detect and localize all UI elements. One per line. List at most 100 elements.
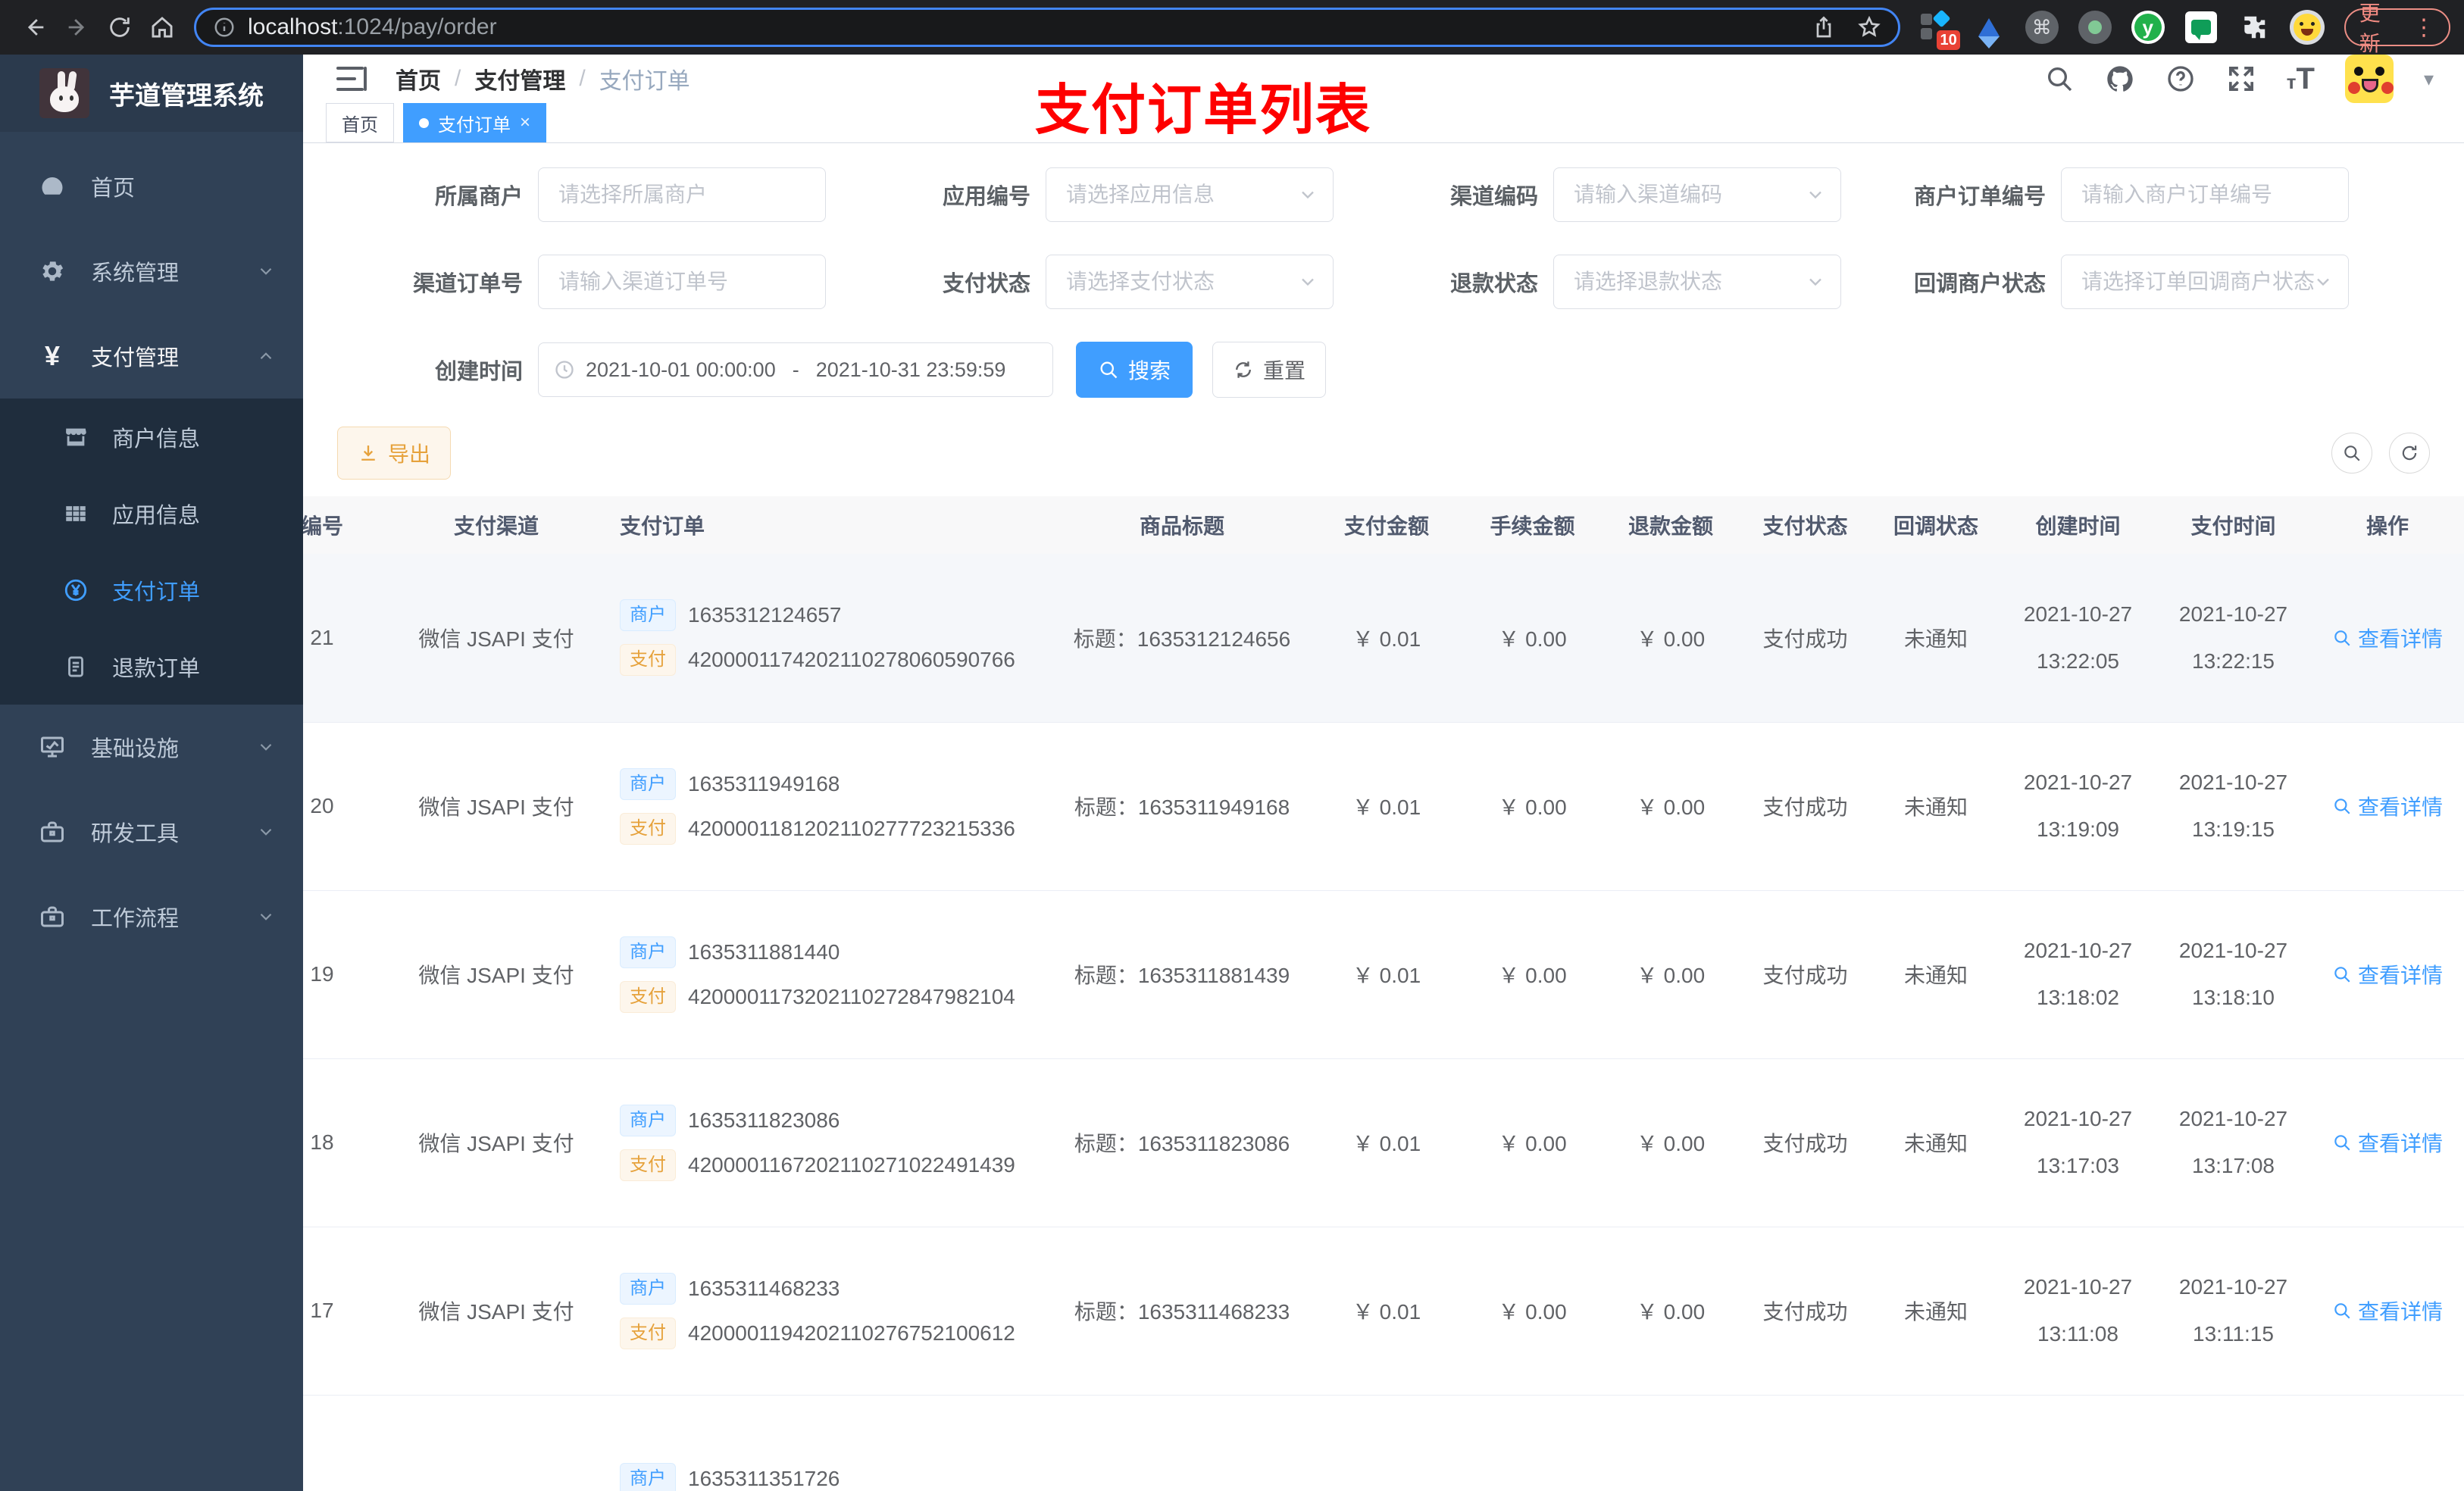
sidebar-item-pay-order[interactable]: 支付订单 — [0, 552, 303, 628]
extensions-row: 10 ⌘ y — [1918, 9, 2325, 52]
cell-actions: 查看详情 — [2311, 722, 2464, 891]
view-detail-link[interactable]: 查看详情 — [2332, 1296, 2443, 1326]
breadcrumb-pay[interactable]: 支付管理 — [474, 62, 565, 95]
sidebar-item-workflow[interactable]: 工作流程 — [0, 874, 303, 959]
merchant-select[interactable] — [538, 167, 826, 222]
view-detail-link[interactable]: 查看详情 — [2332, 1127, 2443, 1158]
search-icon — [2334, 799, 2350, 814]
tab-close-icon[interactable]: × — [520, 112, 530, 133]
bookmark-star-icon[interactable] — [1857, 15, 1881, 39]
cell-pay-time-clock: 13:19:15 — [2192, 817, 2275, 841]
tab-pay-order[interactable]: 支付订单 × — [403, 103, 547, 142]
app-select[interactable] — [1046, 167, 1334, 222]
col-header-5: 手续金额 — [1462, 496, 1603, 554]
refund-status-select[interactable] — [1553, 255, 1841, 309]
reset-button[interactable]: 重置 — [1212, 342, 1327, 398]
create-time-range-picker[interactable]: 2021-10-01 00:00:00 - 2021-10-31 23:59:5… — [538, 342, 1053, 397]
sidebar-logo[interactable]: 芋道管理系统 — [0, 55, 303, 132]
cell-order-no: 商户 1635312124657 支付 42000011742021102780605… — [606, 554, 1053, 723]
browser-reload-button[interactable] — [98, 6, 141, 48]
extension-y-icon[interactable]: y — [2131, 10, 2165, 45]
navbar-actions: тT ▾ — [2044, 55, 2434, 103]
cell-channel: 微信 JSAPI 支付 — [386, 1227, 606, 1396]
cell-create-time: 2021-10-27 13:18:02 — [2000, 890, 2156, 1059]
sidebar-item-app-info[interactable]: 应用信息 — [0, 475, 303, 552]
cell-order-no: 商户 1635311468233 支付 42000011942021102767521… — [606, 1227, 1053, 1396]
font-size-icon[interactable]: тT — [2287, 62, 2315, 96]
refresh-table-button[interactable] — [2389, 433, 2430, 474]
cell-refund: ￥ 0.00 — [1603, 554, 1739, 723]
cell-pay-time: 2021-10-27 13:18:10 — [2156, 890, 2311, 1059]
table-row: 20 微信 JSAPI 支付 商户 1635311949168 支付 4200001181… — [303, 722, 2464, 891]
toggle-search-button[interactable] — [2331, 433, 2372, 474]
col-header-7: 支付状态 — [1739, 496, 1871, 554]
merchant-no: 1635311351726 — [688, 1467, 840, 1490]
export-button[interactable]: 导出 — [337, 427, 452, 480]
sidebar-item-infra[interactable]: 基础设施 — [0, 705, 303, 789]
filter-label-channel-code: 渠道编码 — [1449, 185, 1538, 209]
extension-kite-icon[interactable] — [1972, 10, 2006, 48]
channel-code-select[interactable] — [1553, 167, 1841, 222]
help-icon[interactable] — [2165, 64, 2196, 94]
extension-badge: 10 — [1934, 28, 1962, 52]
user-avatar[interactable] — [2344, 55, 2394, 103]
sidebar-toggle-icon[interactable] — [336, 66, 367, 92]
callback-status-select[interactable] — [2061, 255, 2349, 309]
date-end: 2021-10-31 23:59:59 — [815, 358, 1006, 381]
github-icon[interactable] — [2105, 64, 2135, 94]
fullscreen-icon[interactable] — [2226, 64, 2256, 94]
merchant-order-no-input[interactable] — [2061, 167, 2349, 222]
cell-actions: 查看详情 — [2311, 1058, 2464, 1227]
sidebar-item-refund-order[interactable]: 退款订单 — [0, 628, 303, 705]
site-info-icon[interactable] — [213, 16, 236, 39]
view-detail-label: 查看详情 — [2357, 964, 2443, 987]
table-row: 21 微信 JSAPI 支付 商户 1635312124657 支付 4200001174… — [303, 554, 2464, 723]
channel-order-no-input[interactable] — [538, 255, 826, 309]
sidebar-item-home[interactable]: 首页 — [0, 144, 303, 229]
table-row: 17 微信 JSAPI 支付 商户 1635311468233 支付 4200001194… — [303, 1227, 2464, 1396]
extension-command-icon[interactable]: ⌘ — [2025, 10, 2059, 45]
extension-workona-icon[interactable]: 10 — [1918, 9, 1962, 52]
extension-chat-icon[interactable] — [2184, 10, 2219, 45]
avatar-caret-icon[interactable]: ▾ — [2424, 67, 2434, 91]
cell-order-no: 商户 1635311949168 支付 42000011812021102777232… — [606, 722, 1053, 891]
view-detail-link[interactable]: 查看详情 — [2332, 959, 2443, 989]
view-detail-link[interactable]: 查看详情 — [2332, 623, 2443, 653]
cell-channel: 微信 JSAPI 支付 — [386, 554, 606, 723]
share-icon[interactable] — [1812, 15, 1836, 39]
cell-actions: 查看详情 — [2311, 554, 2464, 723]
sidebar-item-merchant-info[interactable]: 商户信息 — [0, 399, 303, 475]
sidebar-item-pay[interactable]: ¥ 支付管理 — [0, 314, 303, 399]
breadcrumb-home[interactable]: 首页 — [396, 62, 441, 95]
search-button[interactable]: 搜索 — [1076, 342, 1193, 398]
address-bar[interactable]: localhost:1024/pay/order — [194, 8, 1900, 47]
sidebar-item-devtools[interactable]: 研发工具 — [0, 789, 303, 874]
table-header-row: 编号 支付渠道 支付订单 商品标题 支付金额 手续金额 退款金额 支付状态 回调状态 创建时间 支付… — [303, 496, 2464, 554]
merchant-tag: 商户 — [620, 1104, 676, 1136]
cell-title: 标题：1635311823086 — [1053, 1058, 1311, 1227]
col-header-3: 商品标题 — [1053, 496, 1311, 554]
browser-back-button[interactable] — [14, 6, 56, 48]
cell-pay-time-clock: 13:17:08 — [2192, 1154, 2275, 1177]
profile-emoji-icon[interactable] — [2289, 10, 2325, 45]
cell-refund: ￥ 0.00 — [1603, 890, 1739, 1059]
merchant-no-line: 商户 1635311351726 — [620, 1463, 1049, 1491]
browser-home-button[interactable] — [141, 6, 183, 48]
cell-order-no: 商户 1635311351726 — [606, 1395, 1053, 1491]
cell-create-time: 2021-10-27 13:17:03 — [2000, 1058, 2156, 1227]
browser-menu-dots-icon[interactable]: ⋮ — [2412, 14, 2435, 41]
browser-update-button[interactable]: 更新 ⋮ — [2344, 2, 2450, 55]
cell-amount — [1311, 1395, 1462, 1491]
tab-home[interactable]: 首页 — [326, 103, 394, 142]
pay-status-select[interactable] — [1046, 255, 1334, 309]
extensions-puzzle-icon[interactable] — [2237, 10, 2272, 45]
extension-dot-icon[interactable] — [2078, 10, 2112, 45]
browser-forward-button[interactable] — [56, 6, 98, 48]
view-detail-link[interactable]: 查看详情 — [2332, 791, 2443, 821]
sidebar-item-system[interactable]: 系统管理 — [0, 229, 303, 314]
search-icon[interactable] — [2044, 64, 2075, 94]
shop-icon — [59, 424, 92, 450]
merchant-tag: 商户 — [620, 599, 676, 632]
cell-pay-time-date: 2021-10-27 — [2178, 939, 2288, 962]
orders-table: 编号 支付渠道 支付订单 商品标题 支付金额 手续金额 退款金额 支付状态 回调状态 创建时间 支付… — [303, 496, 2464, 1491]
